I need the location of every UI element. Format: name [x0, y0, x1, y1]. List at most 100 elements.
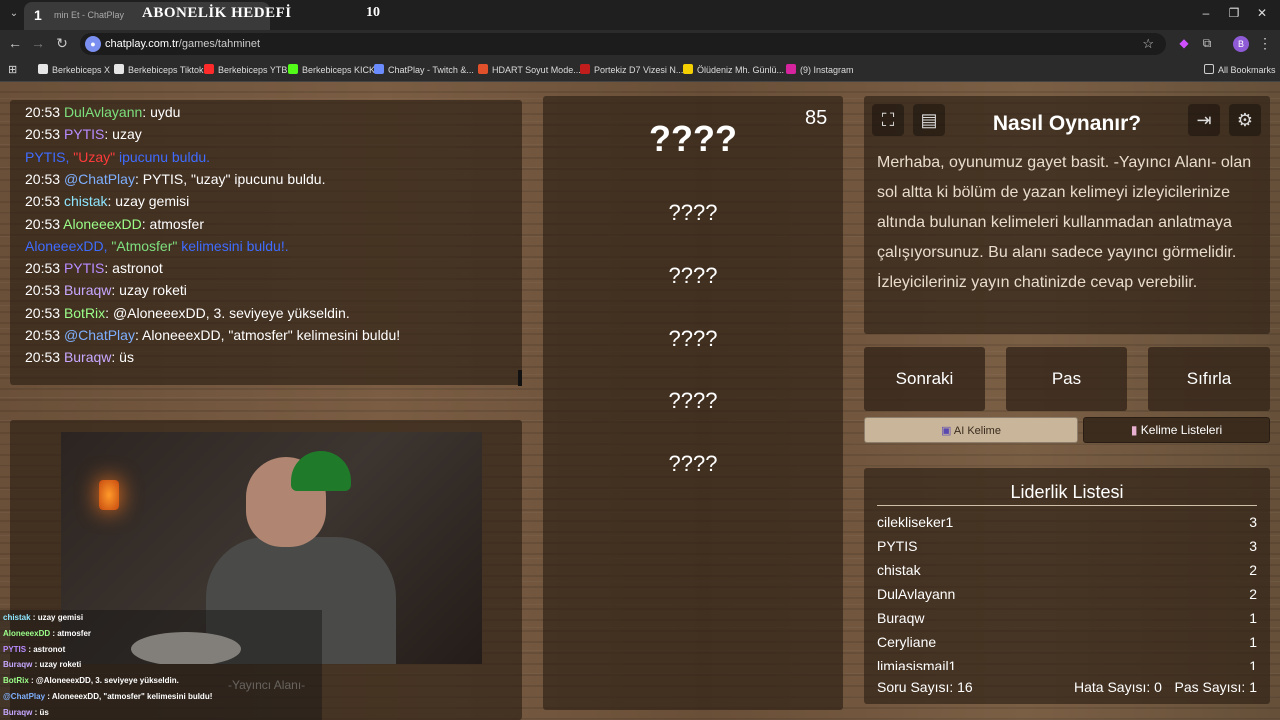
chat-timestamp: 20:53 — [25, 215, 64, 232]
tab-title: min Et - ChatPlay — [54, 10, 125, 20]
overlay-chat-text: : @AloneeexDD, 3. seviyeye yükseldin. — [28, 676, 179, 686]
bookmark-item[interactable]: Berkebiceps YTB — [204, 64, 287, 75]
leaderboard-name: limiasismail1 — [877, 658, 957, 670]
list-icon: ▮ — [1130, 423, 1138, 437]
oludeniz-icon — [683, 64, 693, 74]
chat-keyword: "Atmosfer" — [111, 237, 178, 254]
restore-icon[interactable]: ❐ — [1224, 6, 1244, 20]
chat-username[interactable]: chistak — [64, 193, 108, 209]
chat-timestamp: 20:53 — [25, 193, 64, 210]
leaderboard-name: Ceryliane — [877, 634, 937, 650]
chat-system-message: AloneeexDD, "Atmosfer" kelimesini buldu!… — [25, 238, 289, 254]
chat-text: : @AloneeexDD, 3. seviyeye yükseldin. — [105, 304, 350, 321]
santa-hat-shape — [291, 451, 351, 491]
leaderboard-divider — [877, 505, 1257, 506]
profile-avatar[interactable]: B — [1233, 36, 1249, 52]
chat-timestamp: 20:53 — [25, 327, 64, 343]
chat-timestamp: 20:53 — [25, 104, 64, 120]
overlay-chat-message: Buraqw : uzay roketi — [3, 660, 81, 669]
chat-username[interactable]: @ChatPlay — [64, 327, 135, 343]
bookmark-item[interactable]: ChatPlay - Twitch &... — [374, 64, 474, 75]
bookmark-item[interactable]: Portekiz D7 Vizesi N... — [580, 64, 683, 75]
chat-panel: 20:53 DulAvlayann: uydu 20:53 PYTIS: uzay… — [10, 100, 522, 386]
chat-message: 20:53 BotRix: @AloneeexDD, 3. seviyeye y… — [25, 305, 350, 321]
instagram-icon — [786, 64, 796, 74]
forward-icon[interactable]: → — [29, 35, 47, 51]
bookmark-star-icon[interactable]: ☆ — [1142, 36, 1154, 52]
ai-word-button[interactable]: ▣ AI Kelime — [864, 417, 1078, 443]
chat-username[interactable]: @ChatPlay — [64, 171, 135, 187]
chat-text: : uzay roketi — [111, 282, 187, 299]
overlay-chat-username: @ChatPlay — [3, 692, 46, 701]
tab-number: 1 — [34, 7, 42, 23]
url-text: chatplay.com.tr/games/tahminet — [105, 38, 261, 50]
chat-message: 20:53 PYTIS: astronot — [25, 260, 163, 276]
youtube-icon — [204, 64, 214, 74]
bookmark-item[interactable]: Ölüdeniz Mh. Günlü... — [683, 64, 784, 75]
leaderboard-score: 1 — [1249, 610, 1257, 626]
folder-icon — [1204, 64, 1214, 74]
bookmark-item[interactable]: (9) Instagram — [786, 64, 854, 75]
overlay-chat-message: Buraqw : üs — [3, 708, 49, 717]
chat-timestamp: 20:53 — [25, 304, 64, 321]
how-to-play-text: Merhaba, oyunumuz gayet basit. -Yayıncı … — [877, 154, 1252, 291]
extension-icon[interactable]: ◆ — [1175, 36, 1193, 50]
chat-username[interactable]: BotRix — [64, 305, 105, 321]
leaderboard-name: chistak — [877, 562, 921, 578]
leaderboard-name: cilekliseker1 — [877, 514, 954, 530]
apps-grid-icon[interactable]: ⊞ — [8, 63, 17, 76]
leaderboard-title: Liderlik Listesi — [1010, 482, 1124, 502]
chat-text: : AloneeexDD, "atmosfer" kelimesini buld… — [134, 327, 401, 343]
next-button[interactable]: Sonraki — [864, 347, 985, 411]
word-lists-button[interactable]: ▮ Kelime Listeleri — [1083, 417, 1270, 443]
forbidden-word: ???? — [668, 263, 718, 288]
chat-username: AloneeexDD, — [25, 237, 112, 254]
chat-message: 20:53 DulAvlayann: uydu — [25, 104, 180, 120]
chat-username[interactable]: DulAvlayann — [64, 104, 142, 120]
chat-scrollbar[interactable] — [518, 370, 522, 386]
leaderboard-score: 3 — [1249, 514, 1257, 530]
extensions-puzzle-icon[interactable]: ⧉ — [1198, 36, 1216, 51]
chat-text: ipucunu buldu. — [115, 148, 211, 165]
reset-button[interactable]: Sıfırla — [1148, 347, 1270, 411]
forbidden-word: ???? — [668, 326, 718, 351]
chat-username[interactable]: AloneeexDD — [63, 216, 142, 232]
chat-message: 20:53 chistak: uzay gemisi — [25, 193, 189, 209]
leaderboard-list[interactable]: cilekliseker1 3 PYTIS 3 chistak 2 DulAvlayann 2… — [877, 514, 1257, 670]
stream-goal-title: ABONELİK HEDEFİ — [142, 5, 292, 21]
back-icon[interactable]: ← — [6, 35, 24, 51]
site-info-icon[interactable]: ● — [85, 36, 101, 52]
chat-username[interactable]: Buraqw — [64, 282, 111, 298]
pass-button[interactable]: Pas — [1006, 347, 1127, 411]
leaderboard-name: PYTIS — [877, 538, 918, 554]
minimize-icon[interactable]: – — [1196, 6, 1216, 20]
overlay-chat-username: PYTIS — [3, 644, 27, 654]
url-field[interactable]: ● chatplay.com.tr/games/tahminet ☆ — [80, 33, 1166, 55]
close-icon[interactable]: ✕ — [1252, 6, 1272, 20]
chat-username[interactable]: PYTIS — [64, 126, 104, 142]
overlay-chat-text: : uzay gemisi — [30, 613, 84, 622]
target-word: ???? — [649, 118, 737, 159]
bookmark-item[interactable]: Berkebiceps X — [38, 64, 110, 75]
tab-search-icon[interactable]: ⌄ — [6, 6, 22, 22]
leaderboard-score: 3 — [1249, 538, 1257, 554]
overlay-chat-username: chistak — [3, 613, 31, 622]
chat-timestamp: 20:53 — [25, 126, 64, 143]
chat-username[interactable]: Buraqw — [64, 349, 111, 365]
chat-text: : üs — [111, 349, 134, 366]
leaderboard-score: 2 — [1249, 586, 1257, 602]
bookmark-item[interactable]: Berkebiceps KICK — [288, 64, 375, 75]
overlay-chat-text: : AloneeexDD, "atmosfer" kelimesini buld… — [45, 692, 213, 701]
reload-icon[interactable]: ↻ — [53, 35, 71, 52]
chat-username[interactable]: PYTIS — [64, 260, 104, 276]
leaderboard-score: 1 — [1249, 634, 1257, 650]
chat-message: 20:53 Buraqw: uzay roketi — [25, 282, 187, 298]
bookmark-item[interactable]: Berkebiceps Tiktok — [114, 64, 204, 75]
forbidden-word: ???? — [668, 200, 718, 225]
overlay-chat-text: : üs — [32, 707, 49, 717]
menu-kebab-icon[interactable]: ⋮ — [1256, 35, 1274, 52]
all-bookmarks-folder[interactable]: All Bookmarks — [1204, 64, 1276, 75]
how-to-play-title: Nasıl Oynanır? — [992, 112, 1142, 135]
chat-timestamp: 20:53 — [25, 282, 64, 299]
bookmark-item[interactable]: HDART Soyut Mode... — [478, 64, 581, 75]
